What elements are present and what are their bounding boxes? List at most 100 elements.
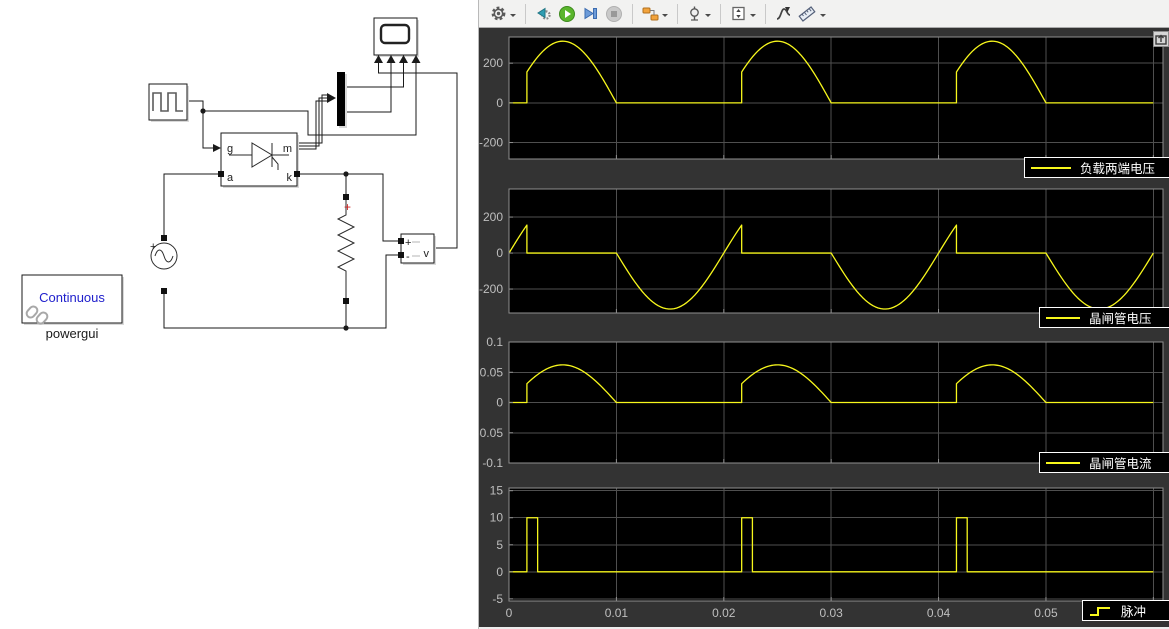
trigger-icon: [687, 5, 702, 22]
y-tick-label: 0.1: [486, 335, 503, 349]
highlight-simulink-block-button[interactable]: [639, 2, 671, 26]
port-label-m: m: [283, 143, 292, 155]
toolbar-separator: [765, 4, 766, 24]
port-square-src-top: [161, 235, 167, 241]
powergui-mode-text: Continuous: [39, 290, 105, 305]
y-tick-label: 15: [490, 484, 504, 498]
legend-label: 脉冲: [1121, 601, 1146, 620]
powergui-block-name: powergui: [46, 326, 99, 341]
vm-plus-label: +: [405, 237, 411, 249]
vm-output-label: v: [424, 248, 430, 260]
legend-label: 晶闸管电压: [1089, 308, 1152, 327]
scope-plot-area: 2000-2002000-2000.10.050-0.05-0.1151050-…: [479, 28, 1169, 629]
scope-axes-svg: 2000-2002000-2000.10.050-0.05-0.1151050-…: [479, 28, 1169, 629]
dropdown-caret: [510, 14, 516, 20]
y-tick-label: -0.1: [482, 456, 503, 470]
y-tick-label: 200: [483, 56, 503, 70]
step-back-button[interactable]: [532, 2, 555, 26]
stair-line-sample-icon: [1089, 604, 1113, 617]
voltage-measurement-block[interactable]: + - v: [398, 234, 436, 265]
y-tick-label: 0: [496, 246, 503, 260]
port-square-res-bottom: [343, 298, 349, 304]
port-square-vm-minus: [398, 252, 404, 258]
plot-axes-thyristor-voltage: 200 0 -200: [479, 189, 1163, 313]
x-tick-label: 0.04: [927, 606, 951, 620]
y-tick-label: 0: [496, 565, 503, 579]
legend-thyristor-voltage[interactable]: 晶闸管电压: [1039, 307, 1169, 328]
stop-icon: [605, 5, 623, 23]
legend-thyristor-current[interactable]: 晶闸管电流: [1039, 452, 1169, 473]
highlight-block-icon: [642, 5, 659, 22]
dropdown-caret: [705, 14, 711, 20]
powergui-block[interactable]: Continuous powergui: [22, 275, 124, 341]
port-label-g: g: [227, 143, 233, 155]
run-icon: [558, 5, 576, 23]
thyristor-block[interactable]: g m a k: [218, 133, 300, 188]
simulink-model-canvas[interactable]: g m a k + +: [0, 0, 478, 629]
port-square-res-top: [343, 194, 349, 200]
plot-axes-pulse: 151050-500.010.020.030.040.050.06: [490, 484, 1166, 620]
y-tick-label: 200: [483, 210, 503, 224]
y-tick-label: 0: [496, 396, 503, 410]
measurements-ruler-icon: [798, 5, 817, 23]
measurements-button[interactable]: [795, 2, 829, 26]
x-tick-label: 0.01: [605, 606, 629, 620]
step-forward-button[interactable]: [579, 2, 602, 26]
maximize-axes-icon: [1155, 33, 1167, 45]
vm-minus-label: -: [406, 251, 410, 263]
x-tick-label: 0.03: [819, 606, 843, 620]
signal-wires[interactable]: [164, 63, 457, 328]
legend-label: 晶闸管电流: [1089, 453, 1152, 472]
demux-block[interactable]: [337, 72, 347, 128]
gear-icon: [490, 5, 507, 22]
y-tick-label: 5: [496, 538, 503, 552]
maximize-axes-button[interactable]: [1153, 31, 1169, 47]
dropdown-caret: [662, 14, 668, 20]
port-square-src-bottom: [161, 288, 167, 294]
resistor-block[interactable]: +: [338, 194, 354, 304]
resistor-plus-label: +: [344, 200, 351, 214]
pulse-generator-block[interactable]: [149, 84, 189, 122]
port-label-a: a: [227, 172, 234, 184]
step-back-icon: [535, 5, 552, 22]
y-tick-label: -5: [492, 592, 503, 606]
y-tick-label: -200: [479, 282, 503, 296]
dropdown-caret: [820, 14, 826, 20]
x-tick-label: 0.05: [1034, 606, 1058, 620]
scope-block[interactable]: [374, 18, 421, 63]
toolbar-separator: [677, 4, 678, 24]
cursor-measurements-icon: [775, 5, 792, 22]
scale-axes-button[interactable]: [727, 2, 759, 26]
line-sample-icon: [1031, 167, 1071, 169]
legend-load-voltage[interactable]: 负载两端电压: [1024, 157, 1169, 178]
run-button[interactable]: [555, 2, 579, 26]
legend-label: 负载两端电压: [1080, 158, 1155, 177]
step-forward-icon: [582, 5, 599, 22]
scope-window: 2000-2002000-2000.10.050-0.05-0.1151050-…: [478, 0, 1169, 629]
y-tick-label: -0.05: [479, 426, 503, 440]
settings-button[interactable]: [487, 2, 519, 26]
scale-axes-icon: [730, 5, 747, 22]
plot-axes-thyristor-current: 0.1 0.05 0 -0.05 -0.1: [479, 335, 1163, 470]
x-tick-label: 0: [506, 606, 513, 620]
cursor-measurements-button[interactable]: [772, 2, 795, 26]
legend-pulse[interactable]: 脉冲: [1082, 600, 1169, 621]
y-tick-label: -200: [479, 136, 503, 150]
ac-source-plus-label: +: [150, 241, 156, 253]
y-tick-label: 0: [496, 96, 503, 110]
y-tick-label: 10: [490, 511, 504, 525]
x-tick-label: 0.02: [712, 606, 736, 620]
scope-toolbar: [479, 0, 1169, 28]
stop-button[interactable]: [602, 2, 626, 26]
port-square-k: [294, 171, 300, 177]
toolbar-separator: [632, 4, 633, 24]
dropdown-caret: [750, 14, 756, 20]
plot-axes-load-voltage: 200 0 -200: [479, 37, 1163, 159]
ac-voltage-source-block[interactable]: +: [150, 235, 177, 294]
y-tick-label: 0.05: [480, 365, 504, 379]
trigger-button[interactable]: [684, 2, 714, 26]
simulink-diagram: g m a k + +: [0, 0, 478, 629]
port-square-a: [218, 171, 224, 177]
toolbar-separator: [720, 4, 721, 24]
line-sample-icon: [1046, 317, 1080, 319]
